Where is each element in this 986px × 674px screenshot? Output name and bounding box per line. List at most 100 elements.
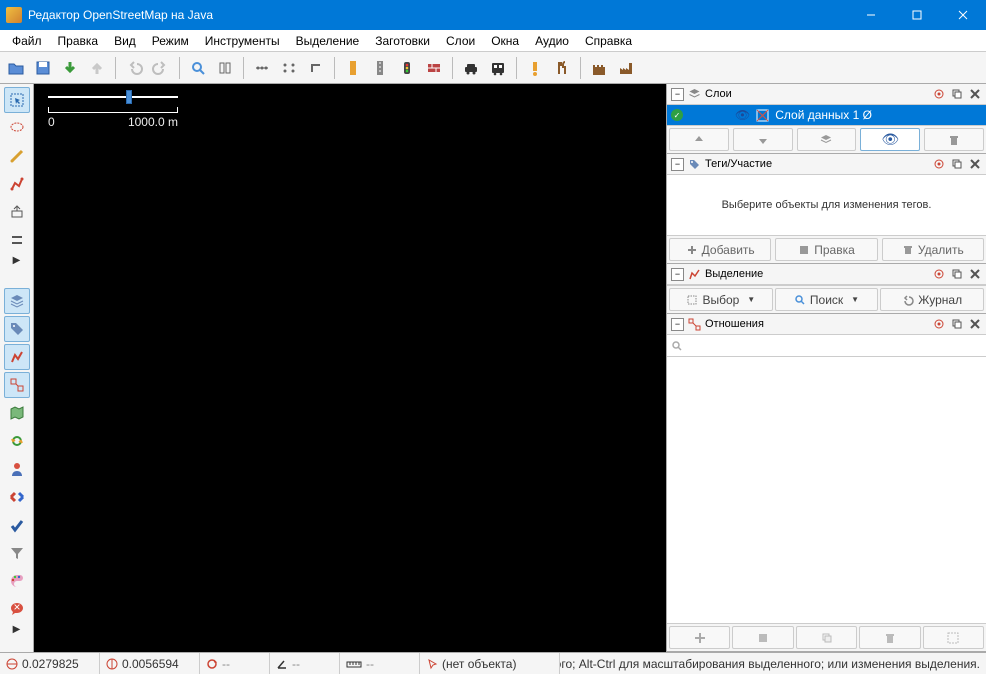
layer-delete-button[interactable] bbox=[924, 128, 984, 151]
tags-pin-button[interactable] bbox=[932, 157, 946, 171]
redo-button[interactable] bbox=[149, 56, 173, 80]
expand-tools-2[interactable]: ▶ bbox=[13, 624, 21, 635]
menu-selection[interactable]: Выделение bbox=[288, 32, 368, 50]
layer-item[interactable]: ✓ 👁 Слой данных 1 Ø bbox=[667, 105, 986, 125]
filter-button[interactable] bbox=[4, 540, 30, 566]
selection-detach-button[interactable] bbox=[950, 267, 964, 281]
preferences-button[interactable] bbox=[213, 56, 237, 80]
upload-button[interactable] bbox=[85, 56, 109, 80]
selection-select-button[interactable]: Выбор▼ bbox=[669, 288, 773, 311]
preset-bus-button[interactable] bbox=[486, 56, 510, 80]
relation-edit-button[interactable] bbox=[732, 626, 793, 649]
changesets-button[interactable] bbox=[4, 428, 30, 454]
relations-detach-button[interactable] bbox=[950, 317, 964, 331]
layer-up-button[interactable] bbox=[669, 128, 729, 151]
menu-presets[interactable]: Заготовки bbox=[367, 32, 438, 50]
status-lat: 0.0279825 bbox=[22, 657, 79, 671]
search-button[interactable] bbox=[186, 56, 210, 80]
preset-road1-button[interactable] bbox=[341, 56, 365, 80]
tag-add-button[interactable]: Добавить bbox=[669, 238, 771, 261]
tags-panel-button[interactable] bbox=[4, 316, 30, 342]
map-canvas[interactable]: 0 1000.0 m bbox=[34, 84, 666, 652]
preset-factory-button[interactable] bbox=[614, 56, 638, 80]
preset-traffic-button[interactable] bbox=[395, 56, 419, 80]
download-button[interactable] bbox=[58, 56, 82, 80]
extrude-button[interactable] bbox=[4, 199, 30, 225]
tags-panel: − Теги/Участие Выберите объекты для изме… bbox=[667, 154, 986, 264]
close-button[interactable] bbox=[940, 0, 986, 30]
zoom-slider-thumb[interactable] bbox=[126, 90, 132, 104]
save-button[interactable] bbox=[31, 56, 55, 80]
selection-history-button[interactable]: Журнал bbox=[880, 288, 984, 311]
layer-name: Слой данных 1 Ø bbox=[775, 108, 872, 122]
select-mode-button[interactable] bbox=[4, 87, 30, 113]
layers-pin-button[interactable] bbox=[932, 87, 946, 101]
menu-edit[interactable]: Правка bbox=[50, 32, 107, 50]
lasso-mode-button[interactable] bbox=[4, 115, 30, 141]
ortho-button[interactable] bbox=[304, 56, 328, 80]
zoom-slider-track[interactable] bbox=[48, 96, 178, 98]
align-button[interactable] bbox=[250, 56, 274, 80]
layer-visibility-button[interactable]: 👁 bbox=[860, 128, 920, 151]
relation-new-button[interactable] bbox=[669, 626, 730, 649]
conflict-button[interactable] bbox=[4, 484, 30, 510]
app-icon bbox=[6, 7, 22, 23]
expand-tools-1[interactable]: ▶ bbox=[13, 255, 21, 266]
open-button[interactable] bbox=[4, 56, 28, 80]
relation-duplicate-button[interactable] bbox=[796, 626, 857, 649]
validate-button[interactable] bbox=[4, 512, 30, 538]
preset-car-button[interactable] bbox=[459, 56, 483, 80]
preset-warning-button[interactable] bbox=[523, 56, 547, 80]
tags-collapse-button[interactable]: − bbox=[671, 158, 684, 171]
styles-button[interactable] bbox=[4, 568, 30, 594]
menu-help[interactable]: Справка bbox=[577, 32, 640, 50]
preset-road2-button[interactable] bbox=[368, 56, 392, 80]
eye-icon[interactable]: 👁 bbox=[735, 108, 750, 122]
preset-wall-button[interactable] bbox=[422, 56, 446, 80]
draw-mode-button[interactable] bbox=[4, 143, 30, 169]
menu-layers[interactable]: Слои bbox=[438, 32, 483, 50]
users-button[interactable] bbox=[4, 456, 30, 482]
tags-detach-button[interactable] bbox=[950, 157, 964, 171]
maximize-button[interactable] bbox=[894, 0, 940, 30]
parallel-button[interactable] bbox=[4, 227, 30, 253]
menu-tools[interactable]: Инструменты bbox=[197, 32, 288, 50]
selection-collapse-button[interactable]: − bbox=[671, 268, 684, 281]
relation-delete-button[interactable] bbox=[859, 626, 920, 649]
menu-windows[interactable]: Окна bbox=[483, 32, 527, 50]
relations-search-input[interactable] bbox=[683, 340, 982, 352]
status-lon: 0.0056594 bbox=[122, 657, 179, 671]
tag-edit-button[interactable]: Правка bbox=[775, 238, 877, 261]
preset-castle-button[interactable] bbox=[587, 56, 611, 80]
menu-file[interactable]: Файл bbox=[4, 32, 50, 50]
selection-close-button[interactable] bbox=[968, 267, 982, 281]
distribute-button[interactable] bbox=[277, 56, 301, 80]
selection-search-button[interactable]: Поиск▼ bbox=[775, 288, 879, 311]
relations-collapse-button[interactable]: − bbox=[671, 318, 684, 331]
preset-food-button[interactable] bbox=[550, 56, 574, 80]
selection-panel-button[interactable] bbox=[4, 344, 30, 370]
menu-mode[interactable]: Режим bbox=[144, 32, 197, 50]
selection-pin-button[interactable] bbox=[932, 267, 946, 281]
improve-way-button[interactable] bbox=[4, 171, 30, 197]
layers-close-button[interactable] bbox=[968, 87, 982, 101]
notes-button[interactable]: × bbox=[4, 596, 30, 622]
map-panel-button[interactable] bbox=[4, 400, 30, 426]
menu-audio[interactable]: Аудио bbox=[527, 32, 577, 50]
status-hint: ого; Alt-Ctrl для масштабирования выделе… bbox=[560, 657, 980, 671]
relations-close-button[interactable] bbox=[968, 317, 982, 331]
layer-toggle-button[interactable] bbox=[797, 128, 857, 151]
tag-delete-button[interactable]: Удалить bbox=[882, 238, 984, 261]
layers-collapse-button[interactable]: − bbox=[671, 88, 684, 101]
tags-close-button[interactable] bbox=[968, 157, 982, 171]
undo-button[interactable] bbox=[122, 56, 146, 80]
scale-end: 1000.0 m bbox=[128, 115, 178, 129]
relation-select-button[interactable] bbox=[923, 626, 984, 649]
minimize-button[interactable] bbox=[848, 0, 894, 30]
relations-pin-button[interactable] bbox=[932, 317, 946, 331]
layers-detach-button[interactable] bbox=[950, 87, 964, 101]
layers-panel-button[interactable] bbox=[4, 288, 30, 314]
layer-down-button[interactable] bbox=[733, 128, 793, 151]
relations-panel-button[interactable] bbox=[4, 372, 30, 398]
menu-view[interactable]: Вид bbox=[106, 32, 144, 50]
